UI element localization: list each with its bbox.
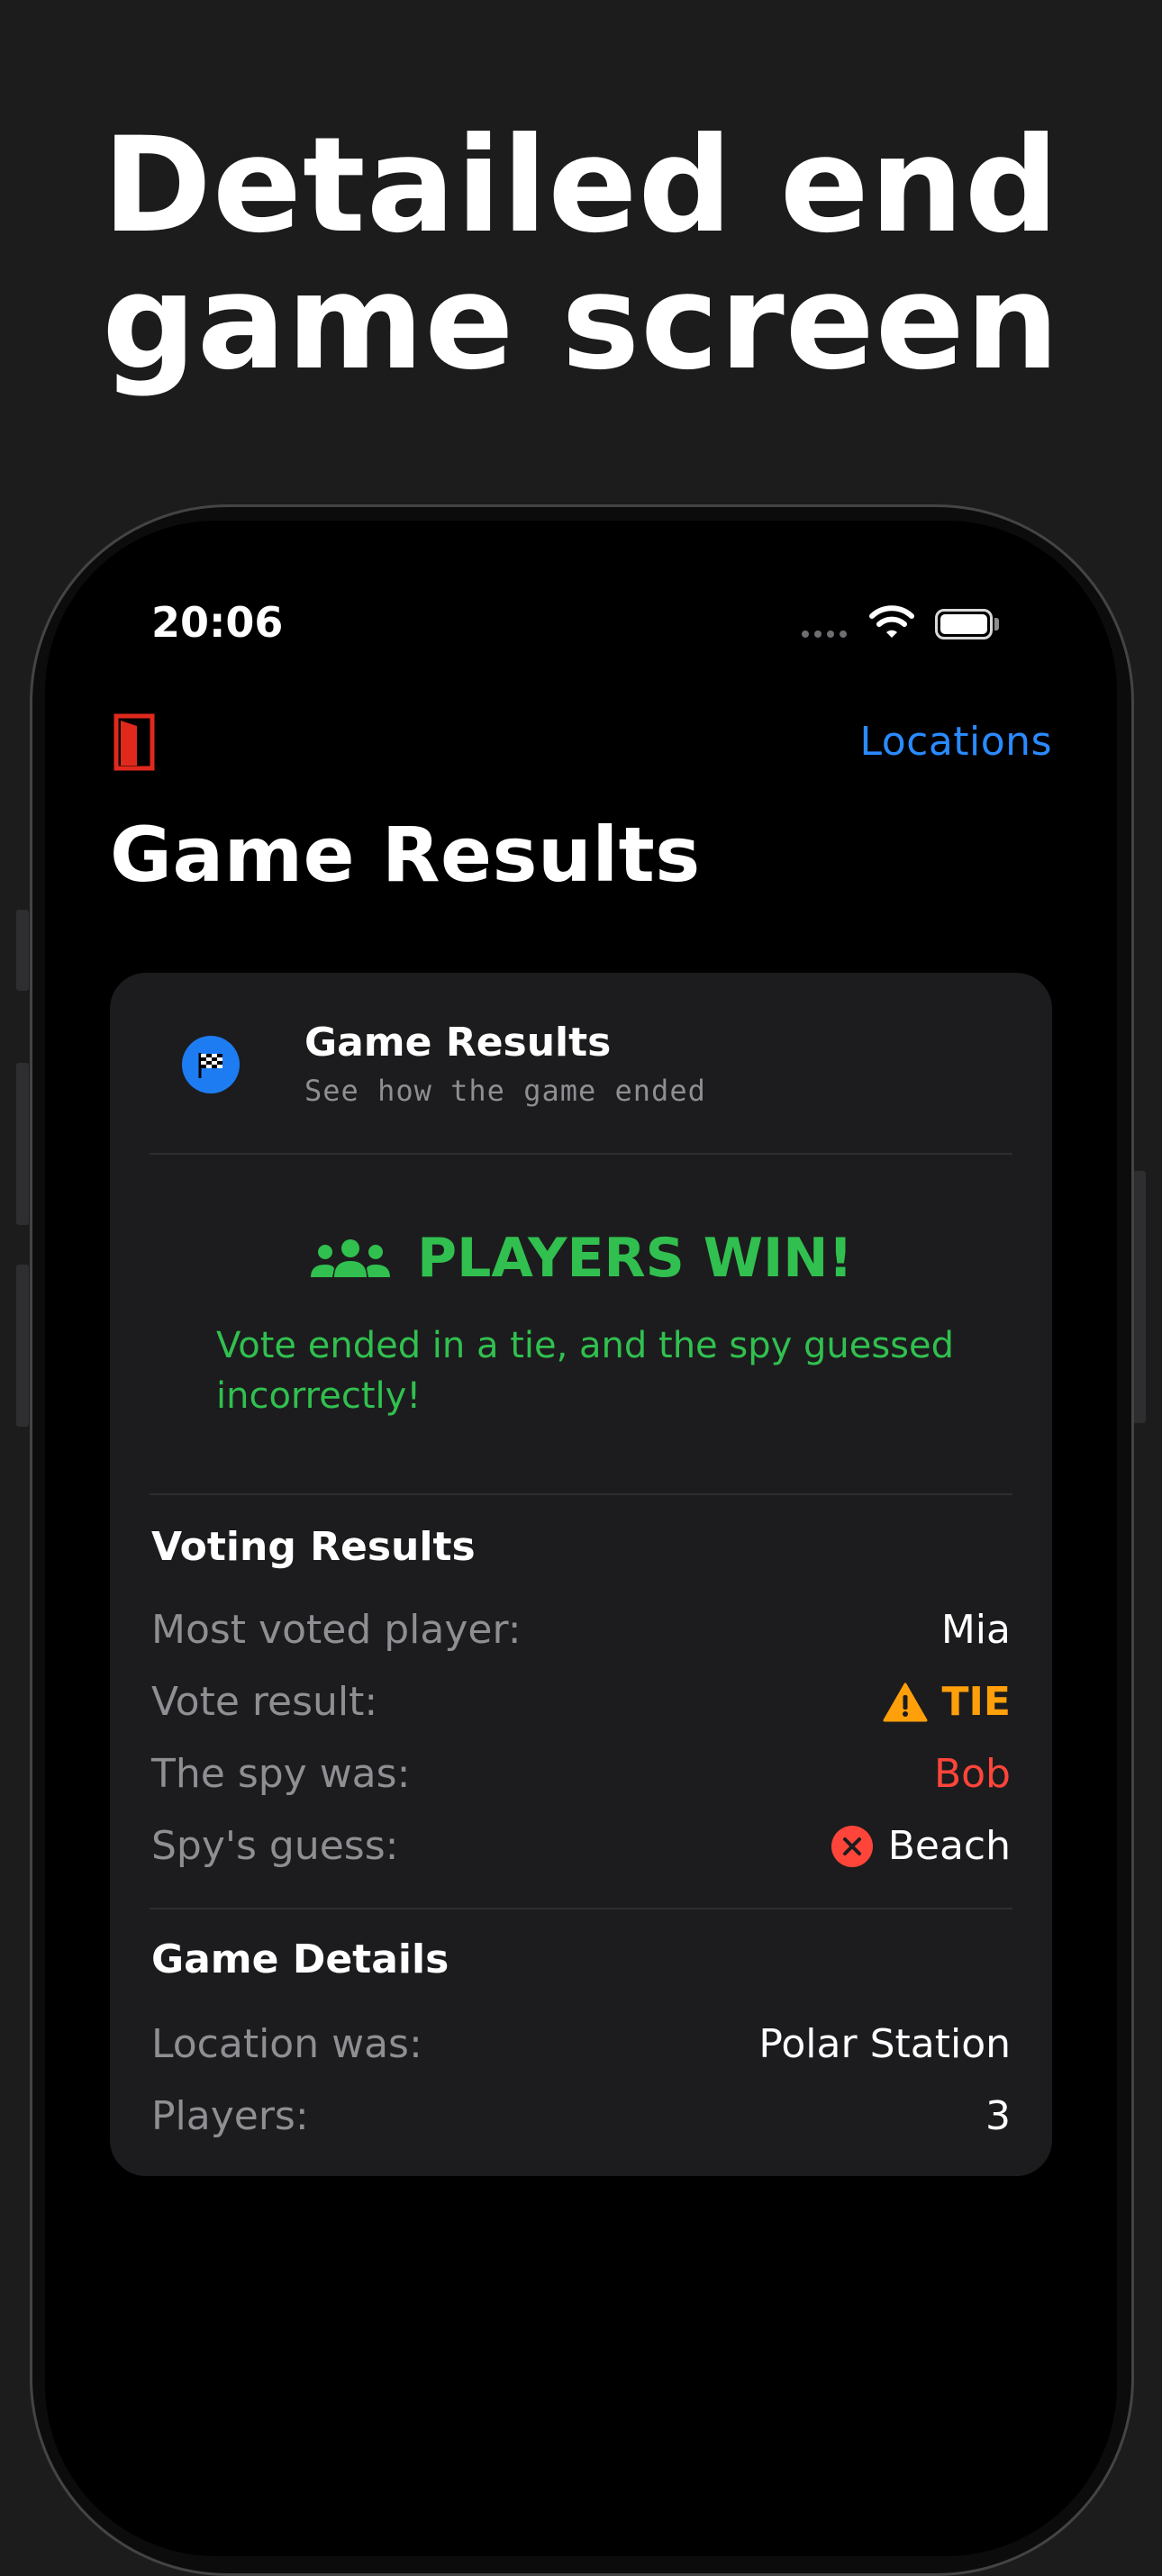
result-banner: PLAYERS WIN! [110, 1227, 1052, 1290]
vote-result-value: TIE [941, 1679, 1011, 1725]
vote-result-row: Vote result: TIE [151, 1679, 1011, 1725]
row-value: TIE [883, 1679, 1011, 1725]
row-value: Beach [831, 1823, 1011, 1869]
phone-power-button [1133, 1171, 1146, 1423]
phone-volume-down-button [16, 1265, 29, 1427]
row-value: Bob [933, 1751, 1011, 1797]
row-label: Most voted player: [151, 1607, 522, 1653]
result-description: Vote ended in a tie, and the spy guessed… [216, 1325, 955, 1417]
battery-tip [994, 618, 999, 630]
row-value: 3 [985, 2093, 1011, 2139]
players-row: Players: 3 [151, 2093, 1011, 2139]
phone-volume-up-button [16, 1063, 29, 1225]
divider [150, 1153, 1012, 1155]
row-label: The spy was: [151, 1751, 411, 1797]
status-time: 20:06 [151, 598, 284, 647]
card-subtitle: See how the game ended [304, 1074, 706, 1108]
voting-results-title: Voting Results [151, 1524, 476, 1570]
row-label: Players: [151, 2093, 309, 2139]
headline-line-1: Detailed end [102, 109, 1060, 262]
marketing-headline: Detailed end game screen [0, 117, 1162, 391]
row-label: Spy's guess: [151, 1823, 399, 1869]
divider [150, 1908, 1012, 1909]
wifi-icon [869, 605, 914, 638]
most-voted-row: Most voted player: Mia [151, 1607, 1011, 1653]
exit-door-icon[interactable] [113, 713, 157, 771]
game-details-title: Game Details [151, 1937, 449, 1982]
warning-icon [883, 1683, 928, 1721]
location-row: Location was: Polar Station [151, 2021, 1011, 2067]
row-label: Location was: [151, 2021, 422, 2067]
spy-guess-value: Beach [887, 1823, 1011, 1869]
checkered-flag-icon [182, 1036, 240, 1093]
result-title: PLAYERS WIN! [417, 1227, 853, 1290]
battery-icon [935, 609, 993, 639]
players-group-icon [311, 1239, 391, 1277]
headline-line-2: game screen [102, 246, 1060, 399]
phone-action-button [16, 910, 29, 991]
row-label: Vote result: [151, 1679, 378, 1725]
locations-button[interactable]: Locations [859, 719, 1052, 765]
xmark-circle-icon [831, 1825, 873, 1867]
row-value: Polar Station [758, 2021, 1011, 2067]
spy-guess-row: Spy's guess: Beach [151, 1823, 1011, 1869]
cellular-signal-icon [802, 630, 847, 638]
card-title: Game Results [304, 1020, 612, 1066]
row-value: Mia [940, 1607, 1011, 1653]
spy-row: The spy was: Bob [151, 1751, 1011, 1797]
game-results-card: Game Results See how the game ended PLAY… [110, 973, 1052, 2176]
page-title: Game Results [110, 811, 701, 899]
divider [150, 1493, 1012, 1495]
